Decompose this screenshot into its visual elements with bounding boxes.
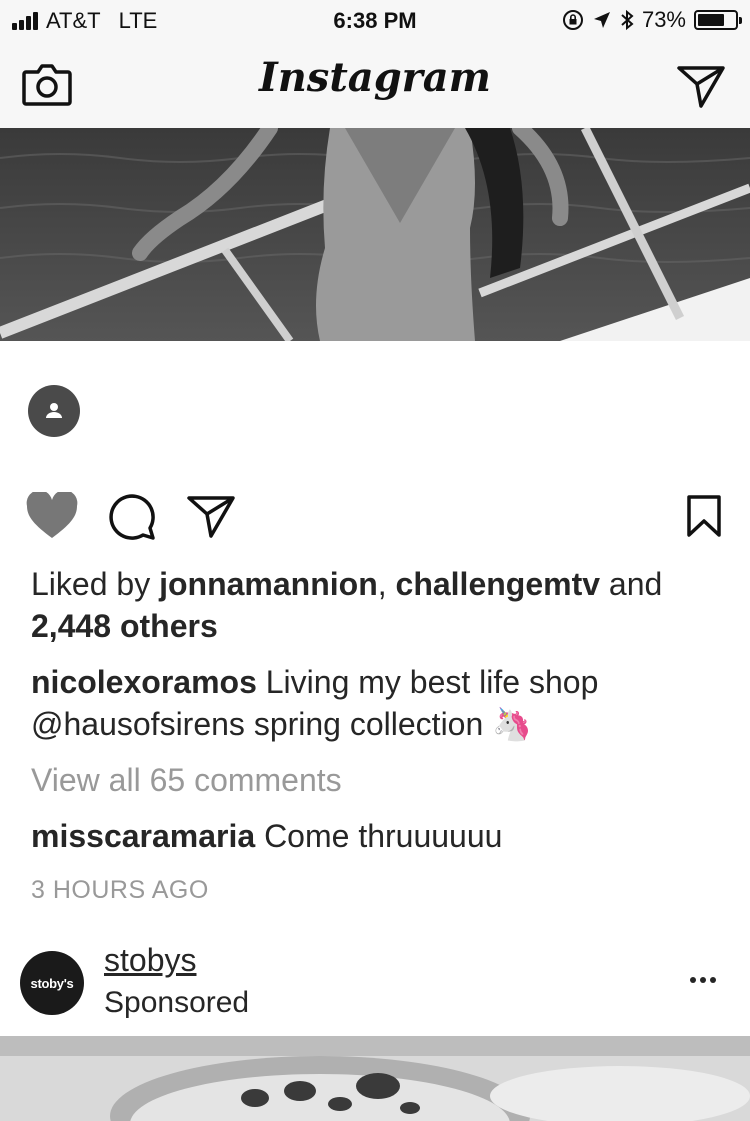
sponsor-avatar[interactable]: stoby's [20, 951, 84, 1015]
status-right: 73% [562, 7, 742, 33]
battery-fill [698, 14, 725, 26]
more-options-icon[interactable] [690, 977, 716, 983]
liked-others-link[interactable]: 2,448 others [31, 608, 218, 644]
comment-row: misscaramaria Come thruuuuuu [31, 815, 731, 857]
liked-user-link[interactable]: challengemtv [396, 566, 601, 602]
direct-message-icon[interactable] [676, 64, 726, 108]
liked-and: and [600, 566, 663, 602]
view-all-comments-link[interactable]: View all 65 comments [31, 759, 731, 801]
comment-username[interactable]: misscaramaria [31, 818, 255, 854]
instagram-logo: Instagram [259, 54, 491, 101]
battery-percent: 73% [641, 7, 686, 32]
person-icon [46, 403, 62, 418]
location-icon [593, 12, 610, 28]
sponsored-photo-graphic [0, 1036, 750, 1121]
sponsor-username[interactable]: stobys [104, 942, 196, 979]
post-timestamp: 3 HOURS AGO [31, 876, 209, 904]
like-heart-icon[interactable] [25, 492, 79, 540]
post-photo[interactable] [0, 128, 750, 341]
post-photo-graphic [0, 128, 750, 341]
user-profile-icon[interactable] [28, 385, 80, 437]
sponsored-label: Sponsored [104, 986, 250, 1019]
post-actions [0, 488, 750, 544]
liked-separator: , [377, 566, 396, 602]
caption-text: Living my best life shop [256, 664, 599, 700]
sponsored-post-photo[interactable] [0, 1036, 750, 1121]
bluetooth-icon [621, 9, 634, 31]
status-bar: AT&T LTE 6:38 PM 73% [0, 0, 750, 40]
rotation-lock-icon [562, 10, 583, 30]
top-nav-bar: Instagram [0, 40, 750, 129]
comment-text: Come thruuuuuu [255, 818, 503, 854]
sponsor-avatar-logo-text: stoby's [30, 975, 74, 991]
liked-user-link[interactable]: jonnamannion [159, 566, 378, 602]
caption-username[interactable]: nicolexoramos [31, 664, 257, 700]
caption-text-line2: @hausofsirens spring collection 🦄 [31, 706, 532, 742]
post-caption: nicolexoramos Living my best life shop @… [31, 661, 731, 745]
likes-summary: Liked by jonnamannion, challengemtv and … [31, 563, 731, 647]
bookmark-icon[interactable] [686, 494, 722, 538]
liked-by-prefix: Liked by [31, 566, 160, 602]
battery-icon [694, 10, 742, 30]
share-icon[interactable] [186, 494, 236, 538]
comment-icon[interactable] [107, 492, 157, 542]
